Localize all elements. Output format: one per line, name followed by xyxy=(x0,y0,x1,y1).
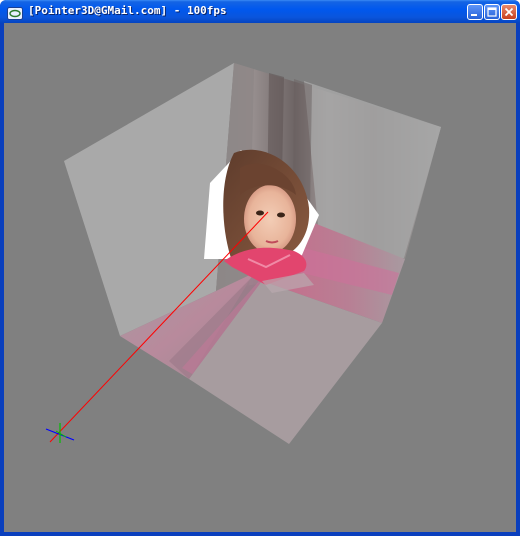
close-button[interactable] xyxy=(501,4,517,20)
app-window: [Pointer3D@GMail.com] - 100fps xyxy=(0,0,520,536)
window-title: [Pointer3D@GMail.com] - 100fps xyxy=(28,4,227,17)
maximize-button[interactable] xyxy=(484,4,500,20)
app-icon[interactable] xyxy=(7,5,23,20)
maximize-icon xyxy=(487,7,497,17)
close-icon xyxy=(504,7,514,17)
title-bar[interactable]: [Pointer3D@GMail.com] - 100fps xyxy=(0,0,520,23)
minimize-button[interactable] xyxy=(467,4,483,20)
opengl-viewport[interactable] xyxy=(4,23,516,532)
scene-canvas xyxy=(45,63,441,444)
minimize-icon xyxy=(471,14,477,16)
